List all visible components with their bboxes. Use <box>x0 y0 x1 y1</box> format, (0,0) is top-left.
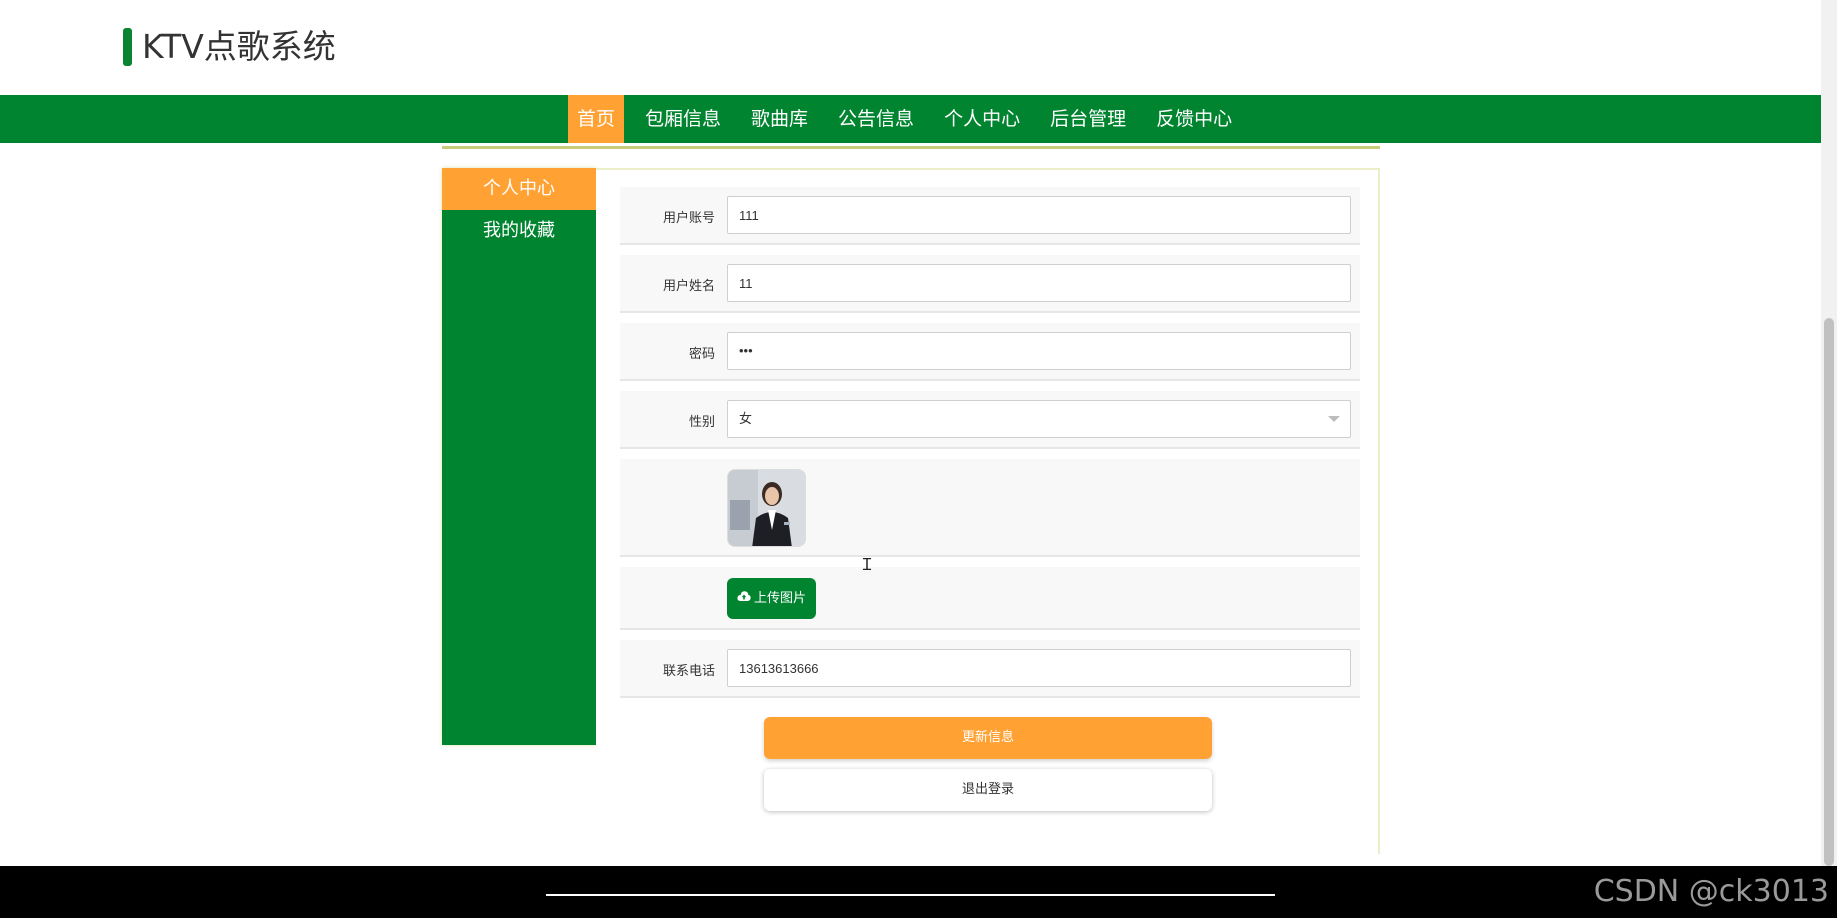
phone-input[interactable] <box>727 649 1351 687</box>
gender-select[interactable]: 女 <box>727 400 1351 438</box>
account-row: 用户账号 <box>620 187 1360 245</box>
nav-item-announcements[interactable]: 公告信息 <box>829 95 923 143</box>
gender-value: 女 <box>739 411 753 426</box>
avatar-row <box>620 459 1360 557</box>
site-title: KTV点歌系统 <box>142 27 336 66</box>
scrollbar-thumb[interactable] <box>1824 318 1834 866</box>
name-row: 用户姓名 <box>620 255 1360 313</box>
nav-item-rooms[interactable]: 包厢信息 <box>636 95 730 143</box>
nav-divider <box>442 146 1380 149</box>
update-info-button[interactable]: 更新信息 <box>764 717 1212 759</box>
site-header: KTV点歌系统 <box>0 0 1820 95</box>
sidebar-item-favorites[interactable]: 我的收藏 <box>442 210 596 252</box>
cloud-upload-icon <box>737 578 751 619</box>
password-label: 密码 <box>688 347 715 362</box>
nav-item-songs[interactable]: 歌曲库 <box>742 95 817 143</box>
phone-row: 联系电话 <box>620 640 1360 698</box>
upload-image-button[interactable]: 上传图片 <box>727 578 816 619</box>
video-bottom-bar: CSDN @ck3013 <box>0 866 1837 918</box>
nav-item-admin[interactable]: 后台管理 <box>1041 95 1135 143</box>
gender-row: 性别 女 <box>620 391 1360 449</box>
sidebar: 个人中心 我的收藏 <box>442 168 596 745</box>
page-scrollbar[interactable] <box>1821 0 1837 866</box>
gender-label: 性别 <box>688 415 715 430</box>
nav-item-home[interactable]: 首页 <box>568 95 625 143</box>
text-cursor-icon: Ｉ <box>859 555 876 574</box>
sidebar-item-profile[interactable]: 个人中心 <box>442 168 596 210</box>
account-label: 用户账号 <box>662 211 715 226</box>
name-input[interactable] <box>727 264 1351 302</box>
upload-image-label: 上传图片 <box>753 591 806 606</box>
upload-row: 上传图片 <box>620 567 1360 630</box>
chevron-down-icon <box>1328 416 1340 422</box>
account-input[interactable] <box>727 196 1351 234</box>
main-nav: 首页 包厢信息 歌曲库 公告信息 个人中心 后台管理 反馈中心 <box>0 95 1821 143</box>
logo-accent-bar <box>123 28 132 66</box>
nav-item-profile[interactable]: 个人中心 <box>935 95 1029 143</box>
bottom-divider <box>546 894 1275 896</box>
logout-button[interactable]: 退出登录 <box>764 769 1212 811</box>
name-label: 用户姓名 <box>662 279 715 294</box>
avatar <box>727 469 806 547</box>
password-input[interactable]: ••• <box>727 332 1351 370</box>
nav-item-feedback[interactable]: 反馈中心 <box>1147 95 1241 143</box>
watermark-text: CSDN @ck3013 <box>1593 874 1829 909</box>
password-row: 密码 ••• <box>620 323 1360 381</box>
phone-label: 联系电话 <box>662 664 715 679</box>
